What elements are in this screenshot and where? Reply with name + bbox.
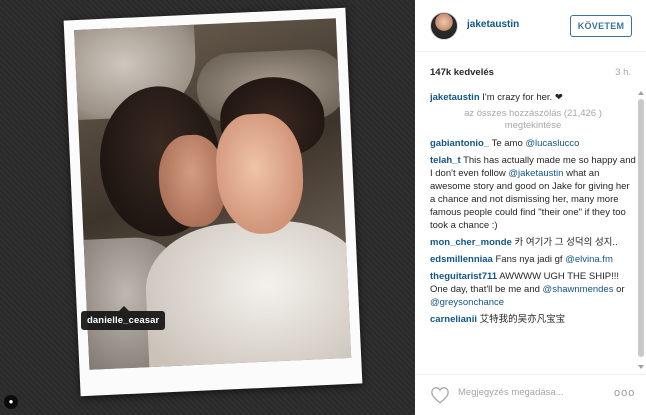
polaroid-frame [63,7,363,397]
caption-text: I'm crazy for her. ❤ [482,92,563,103]
mention-link[interactable]: @greysonchance [430,297,504,308]
view-all-comments-link[interactable]: az összes hozzászólás (21,426 ) megtekin… [430,108,636,132]
follow-button[interactable]: KÖVETEM [570,15,632,37]
mention-link[interactable]: @elvina.fm [565,254,613,265]
scroll-down-icon[interactable] [638,365,644,369]
scrollbar[interactable] [637,91,646,369]
author-username[interactable]: jaketaustin [467,19,519,30]
post-age[interactable]: 3 h. [615,67,631,78]
comment-username[interactable]: telah_t [430,155,461,166]
mention-link[interactable]: @jaketaustin [508,168,563,179]
comment-username[interactable]: edsmillenniaa [430,254,493,265]
heart-icon[interactable] [430,386,450,404]
comment-text: or [613,284,625,295]
user-tag-label[interactable]: danielle_ceasar [81,306,166,330]
photo-shirt [143,217,352,370]
comment-text: Te amo [491,138,526,149]
comment-username[interactable]: theguitarist711 [430,271,497,282]
comment-text: Fans nya jadi gf [495,254,566,265]
mention-link[interactable]: @shawnmendes [543,284,614,295]
scroll-up-icon[interactable] [638,91,644,95]
caption-username[interactable]: jaketaustin [430,92,480,103]
comment-item: carnelianii 艾特我的吴亦凡宝宝 [430,313,636,326]
comment-item: telah_t This has actually made me so hap… [430,154,636,232]
user-tag-icon[interactable]: ● [4,395,18,409]
comment-input[interactable] [458,387,608,398]
photo-panel: danielle_ceasar ● [0,0,415,415]
comment-username[interactable]: mon_cher_monde [430,237,512,248]
comment-username[interactable]: gabiantonio_ [430,138,489,149]
likes-count[interactable]: 147k kedvelés [430,67,631,78]
comment-item: mon_cher_monde 카 여기가 그 성덕의 성지.. [430,236,636,249]
comment-text: 艾特我的吴亦凡宝宝 [479,314,566,325]
caption: jaketaustin I'm crazy for her. ❤ [430,91,636,104]
comment-item: edsmillenniaa Fans nya jadi gf @elvina.f… [430,253,636,266]
comment-items: gabiantonio_ Te amo @lucaslucco telah_t T… [430,137,636,326]
comment-list: jaketaustin I'm crazy for her. ❤ az össz… [430,91,636,369]
scrollbar-thumb[interactable] [638,99,644,357]
post-footer: ooo [415,374,646,415]
comment-text: 카 여기가 그 성덕의 성지.. [514,237,618,248]
ellipsis-icon[interactable]: ooo [614,387,635,399]
mention-link[interactable]: @lucaslucco [525,138,579,149]
avatar[interactable] [430,12,458,40]
comment-item: gabiantonio_ Te amo @lucaslucco [430,137,636,150]
comment-username[interactable]: carnelianii [430,314,477,325]
comment-item: theguitarist711 AWWWW UGH THE SHIP!!! On… [430,270,636,309]
photo-face [214,111,306,236]
post-sidebar: jaketaustin KÖVETEM 147k kedvelés 3 h. j… [415,0,646,415]
post-header: jaketaustin KÖVETEM [415,0,646,52]
post-meta: 147k kedvelés 3 h. [430,67,631,78]
